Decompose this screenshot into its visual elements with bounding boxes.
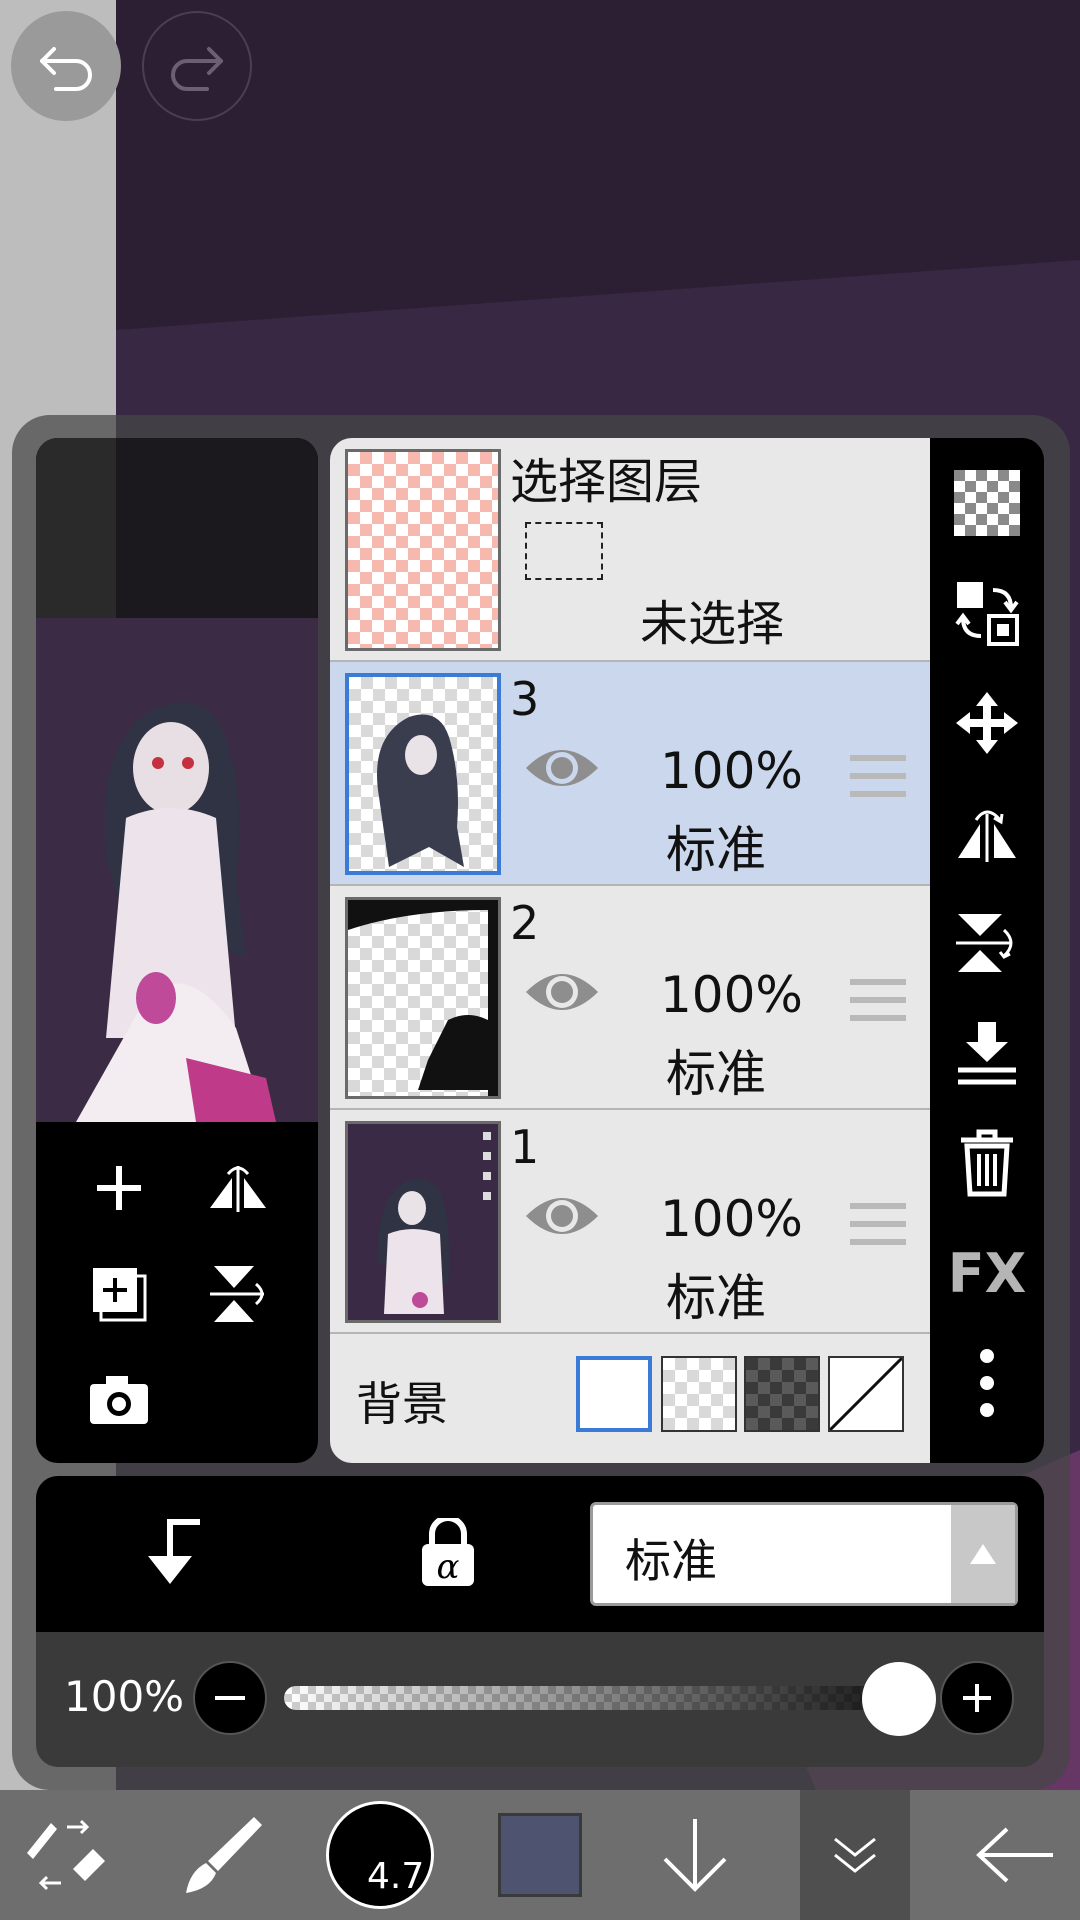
layer-opacity: 100% <box>660 742 803 800</box>
brush-size-button[interactable]: 4.7 <box>320 1790 440 1920</box>
clipping-icon <box>140 1516 210 1588</box>
flip-horizontal-button[interactable] <box>182 1138 294 1238</box>
move-layer-button[interactable] <box>930 668 1044 778</box>
arrow-left-icon <box>973 1825 1057 1885</box>
flip-horizontal-icon <box>954 802 1020 864</box>
layers-toggle-button[interactable] <box>800 1790 910 1920</box>
tool-switch-button[interactable] <box>10 1790 120 1920</box>
more-icon <box>977 1348 997 1418</box>
fx-icon: FX <box>947 1241 1027 1305</box>
undo-button[interactable] <box>11 11 121 121</box>
opacity-slider-track[interactable] <box>284 1686 924 1710</box>
background-white-option[interactable] <box>576 1356 652 1432</box>
current-color-swatch <box>498 1813 582 1897</box>
svg-text:α: α <box>437 1547 460 1587</box>
flip-layer-horizontal-button[interactable] <box>930 778 1044 888</box>
visibility-eye-icon[interactable] <box>522 964 602 1020</box>
delete-layer-button[interactable] <box>930 1108 1044 1218</box>
layer-preview-panel <box>36 438 318 1463</box>
swap-layer-button[interactable] <box>930 558 1044 668</box>
chevron-double-down-icon <box>831 1835 879 1875</box>
layers-list: 选择图层 未选择 3 100% 标准 2 100% 标准 1 100% 标准 背… <box>330 438 930 1463</box>
layer-thumbnail <box>345 897 501 1099</box>
brush-icon <box>178 1813 262 1897</box>
camera-icon <box>88 1374 150 1426</box>
layer-blend-mode: 标准 <box>666 821 766 879</box>
merge-down-button[interactable] <box>930 998 1044 1108</box>
drag-handle-icon[interactable] <box>850 978 906 1026</box>
layer-tools-toolbar: FX <box>930 438 1044 1463</box>
layer-blend-mode: 标准 <box>666 1045 766 1103</box>
redo-icon <box>167 41 227 91</box>
layer-opacity: 100% <box>660 1190 803 1248</box>
apply-button[interactable] <box>645 1790 745 1920</box>
flip-vertical-icon <box>208 1262 268 1326</box>
dropdown-arrow-icon[interactable] <box>951 1505 1015 1603</box>
fx-button[interactable]: FX <box>930 1218 1044 1328</box>
layer-thumbnail <box>345 1121 501 1323</box>
flip-horizontal-icon <box>206 1160 270 1216</box>
duplicate-icon <box>89 1264 149 1324</box>
flip-layer-vertical-button[interactable] <box>930 888 1044 998</box>
background-row: 背景 <box>330 1334 930 1463</box>
flip-vertical-button[interactable] <box>182 1244 294 1344</box>
drag-handle-icon[interactable] <box>850 754 906 802</box>
alpha-lock-button[interactable]: α <box>418 1518 478 1588</box>
background-dark-option[interactable] <box>744 1356 820 1432</box>
layer-number: 3 <box>510 672 540 726</box>
selection-status: 未选择 <box>640 596 785 652</box>
transparency-button[interactable] <box>930 448 1044 558</box>
undo-icon <box>36 41 96 91</box>
move-icon <box>954 690 1020 756</box>
background-label: 背景 <box>356 1377 448 1431</box>
layer-thumbnail <box>345 673 501 875</box>
blend-mode-select[interactable]: 标准 <box>590 1502 1018 1606</box>
visibility-eye-icon[interactable] <box>522 1188 602 1244</box>
selection-layer-title: 选择图层 <box>510 454 703 510</box>
selection-layer-row[interactable]: 选择图层 未选择 <box>330 438 930 662</box>
opacity-increase-button[interactable] <box>940 1661 1014 1735</box>
plus-icon <box>961 1682 993 1714</box>
transparency-icon <box>954 470 1020 536</box>
add-layer-button[interactable] <box>63 1138 175 1238</box>
background-transparent-option[interactable] <box>661 1356 737 1432</box>
blend-mode-value: 标准 <box>625 1534 717 1588</box>
opacity-slider-thumb[interactable] <box>862 1662 936 1736</box>
duplicate-layer-button[interactable] <box>63 1244 175 1344</box>
back-button[interactable] <box>960 1790 1070 1920</box>
minus-icon <box>215 1695 245 1701</box>
brush-size-indicator: 4.7 <box>326 1801 434 1909</box>
color-picker-button[interactable] <box>490 1790 590 1920</box>
camera-import-button[interactable] <box>63 1350 175 1450</box>
canvas-preview-image <box>36 438 318 1122</box>
redo-button[interactable] <box>142 11 252 121</box>
clipping-button[interactable] <box>140 1516 210 1588</box>
selection-layer-thumbnail <box>345 449 501 651</box>
brush-eraser-switch-icon <box>21 1815 109 1895</box>
opacity-value: 100% <box>64 1672 185 1721</box>
layer-row[interactable]: 2 100% 标准 <box>330 886 930 1110</box>
layer-row[interactable]: 1 100% 标准 <box>330 1110 930 1334</box>
drag-handle-icon[interactable] <box>850 1202 906 1250</box>
visibility-eye-icon[interactable] <box>522 740 602 796</box>
layer-blend-mode: 标准 <box>666 1269 766 1327</box>
opacity-decrease-button[interactable] <box>193 1661 267 1735</box>
swap-icon <box>955 580 1019 646</box>
layer-row[interactable]: 3 100% 标准 <box>330 662 930 886</box>
layer-number: 2 <box>510 896 540 950</box>
more-options-button[interactable] <box>930 1328 1044 1438</box>
alpha-lock-icon: α <box>418 1518 478 1588</box>
layer-number: 1 <box>510 1120 540 1174</box>
plus-icon <box>93 1162 145 1214</box>
main-toolbar: 4.7 <box>0 1790 1080 1920</box>
brush-size-value: 4.7 <box>367 1856 425 1897</box>
merge-down-icon <box>954 1020 1020 1086</box>
trash-icon <box>959 1128 1015 1198</box>
layer-opacity: 100% <box>660 966 803 1024</box>
arrow-down-icon <box>659 1815 731 1895</box>
background-none-option[interactable] <box>828 1356 904 1432</box>
brush-tool-button[interactable] <box>170 1790 270 1920</box>
selection-marquee-icon <box>525 522 603 580</box>
flip-vertical-icon <box>954 910 1020 976</box>
